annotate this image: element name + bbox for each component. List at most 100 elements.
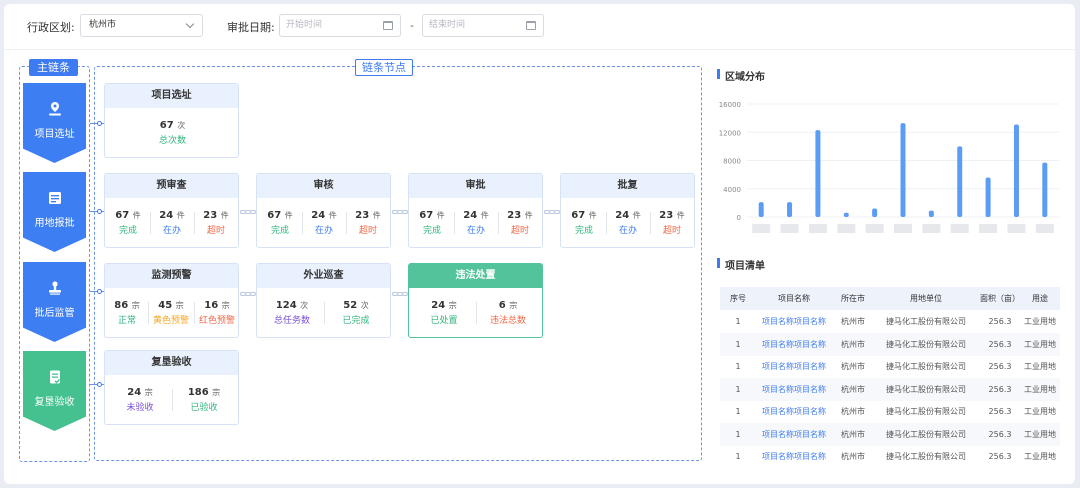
- calendar-icon: [526, 21, 536, 30]
- table-row[interactable]: 1 项目名称项目名称 杭州市 捷马化工股份有限公司 256.3 工业用地: [720, 400, 1060, 423]
- stat-value: 23: [507, 210, 522, 221]
- stat-value: 23: [659, 210, 674, 221]
- divider: [302, 212, 303, 234]
- region-section-title: 区域分布: [717, 68, 765, 83]
- project-name-link[interactable]: 项目名称项目名称: [756, 400, 832, 423]
- stat-unit: 宗: [509, 301, 518, 310]
- stat-unit: 件: [480, 211, 489, 220]
- y-tick-label: 4000: [723, 186, 741, 194]
- stat-unit: 件: [436, 211, 445, 220]
- stat-caption: 违法总数: [489, 316, 526, 326]
- stat-value: 45: [158, 300, 173, 311]
- stat-caption: 在办: [618, 226, 637, 236]
- end-date-input[interactable]: 结束时间: [422, 14, 544, 37]
- calendar-icon: [383, 21, 393, 30]
- end-date-placeholder: 结束时间: [429, 20, 466, 30]
- table-cell: 捷马化工股份有限公司: [886, 384, 966, 394]
- table-cell: 工业用地: [1024, 407, 1056, 416]
- table-cell: 1: [735, 407, 741, 416]
- table-cell: 工业用地: [1024, 339, 1056, 349]
- table-header-cell: 序号: [730, 294, 746, 303]
- stat-unit: 件: [676, 211, 685, 220]
- project-name-link[interactable]: 项目名称项目名称: [756, 378, 832, 401]
- project-name-link[interactable]: 项目名称项目名称: [756, 355, 832, 378]
- stat-unit: 次: [300, 301, 309, 310]
- checklist-icon: [47, 369, 63, 385]
- table-row[interactable]: 1 项目名称项目名称 杭州市 捷马化工股份有限公司 256.3 工业用地: [720, 422, 1060, 446]
- chain-step-supervision[interactable]: 批后监管: [23, 262, 86, 342]
- y-tick-label: 0: [737, 214, 741, 222]
- x-tick-label: [950, 224, 969, 233]
- table-cell: 工业用地: [1024, 362, 1056, 371]
- chain-step-site[interactable]: 项目选址: [23, 83, 86, 163]
- stat-unit: 件: [372, 211, 381, 220]
- table-row[interactable]: 1 项目名称项目名称 杭州市 捷马化工股份有限公司 256.3 工业用地: [720, 445, 1060, 468]
- node-card-title: 监测预警: [105, 264, 238, 288]
- chain-step-reclaim[interactable]: 复垦验收: [23, 351, 86, 431]
- project-name-link[interactable]: 项目名称项目名称: [756, 333, 832, 356]
- node-card-violation[interactable]: 违法处置 24 宗已处置 6 宗违法总数: [408, 263, 543, 338]
- stat-caption: 完成: [422, 226, 441, 236]
- region-value: 杭州市: [89, 20, 117, 30]
- table-row[interactable]: 1 项目名称项目名称 杭州市 捷马化工股份有限公司 256.3 工业用地: [720, 332, 1060, 356]
- node-card-field[interactable]: 外业巡查 124 次总任务数 52 次已完成: [256, 263, 391, 338]
- table-cell: 1: [735, 429, 741, 439]
- table-cell: 杭州市: [841, 384, 865, 394]
- chain-link-icon: [392, 210, 408, 214]
- table-header-cell: 项目名称: [778, 294, 810, 303]
- main-chain-title: 主链条: [29, 59, 78, 76]
- table-row[interactable]: 1 项目名称项目名称 杭州市 捷马化工股份有限公司 256.3 工业用地: [720, 310, 1060, 333]
- stat-value: 67: [115, 210, 130, 221]
- x-tick-label: [1007, 224, 1026, 233]
- project-name-link[interactable]: 项目名称项目名称: [756, 445, 832, 468]
- node-card-reply[interactable]: 批复 67 件完成 24 件在办 23 件超时: [560, 173, 695, 248]
- bar: [957, 146, 963, 217]
- stat-value: 24: [127, 387, 142, 398]
- stat-caption: 超时: [510, 226, 529, 236]
- project-name-link[interactable]: 项目名称项目名称: [756, 423, 832, 446]
- start-date-input[interactable]: 开始时间: [279, 14, 401, 37]
- table-cell: 1: [735, 339, 741, 349]
- table-cell: 捷马化工股份有限公司: [886, 339, 966, 349]
- stat-value: 24: [615, 210, 630, 221]
- divider: [650, 212, 651, 234]
- stat-caption: 红色预警: [198, 316, 235, 326]
- divider: [150, 212, 151, 234]
- divider: [606, 212, 607, 234]
- stat-unit: 件: [524, 211, 533, 220]
- table-cell: 杭州市: [841, 429, 865, 439]
- stat-value: 24: [463, 210, 478, 221]
- node-card-title: 审核: [257, 174, 390, 198]
- table-header-cell: 用途: [1032, 294, 1048, 303]
- stamp-icon: [47, 280, 63, 296]
- y-tick-label: 8000: [723, 158, 741, 166]
- stat-unit: 次: [360, 301, 369, 310]
- bar: [872, 208, 878, 217]
- node-card-approve[interactable]: 审批 67 件完成 24 件在办 23 件超时: [408, 173, 543, 248]
- chain-step-label: 项目选址: [34, 129, 75, 140]
- node-card-monitor[interactable]: 监测预警 86 宗正常 45 宗黄色预警 16 宗红色预警: [104, 263, 239, 338]
- chain-step-approval[interactable]: 用地报批: [23, 172, 86, 252]
- stat-value: 23: [355, 210, 370, 221]
- region-bar-chart: 0 4000 8000 12000 16000: [719, 101, 1059, 233]
- table-cell: 捷马化工股份有限公司: [886, 452, 966, 461]
- date-separator: -: [410, 19, 414, 32]
- table-row[interactable]: 1 项目名称项目名称 杭州市 捷马化工股份有限公司 256.3 工业用地: [720, 377, 1060, 401]
- project-name-link[interactable]: 项目名称项目名称: [756, 310, 832, 333]
- stat-value: 67: [159, 120, 174, 131]
- table-cell: 捷马化工股份有限公司: [886, 362, 966, 371]
- region-select[interactable]: 杭州市: [80, 14, 203, 37]
- node-card-pre-review[interactable]: 预审查 67 件完成 24 件在办 23 件超时: [104, 173, 239, 248]
- table-cell: 1: [735, 317, 741, 326]
- table-cell: 杭州市: [841, 362, 865, 371]
- date-label: 审批日期:: [227, 21, 275, 34]
- bar: [787, 202, 793, 217]
- stat-value: 124: [275, 300, 297, 311]
- stat-unit: 件: [220, 211, 229, 220]
- node-card-review[interactable]: 审核 67 件完成 24 件在办 23 件超时: [256, 173, 391, 248]
- chain-link-icon: [240, 210, 256, 214]
- node-card-reclaim[interactable]: 复垦验收 24 宗未验收 186 宗已验收: [104, 350, 239, 425]
- node-card-site[interactable]: 项目选址 67 次 总次数: [104, 83, 239, 158]
- table-row[interactable]: 1 项目名称项目名称 杭州市 捷马化工股份有限公司 256.3 工业用地: [720, 355, 1060, 378]
- stat-value: 52: [343, 300, 358, 311]
